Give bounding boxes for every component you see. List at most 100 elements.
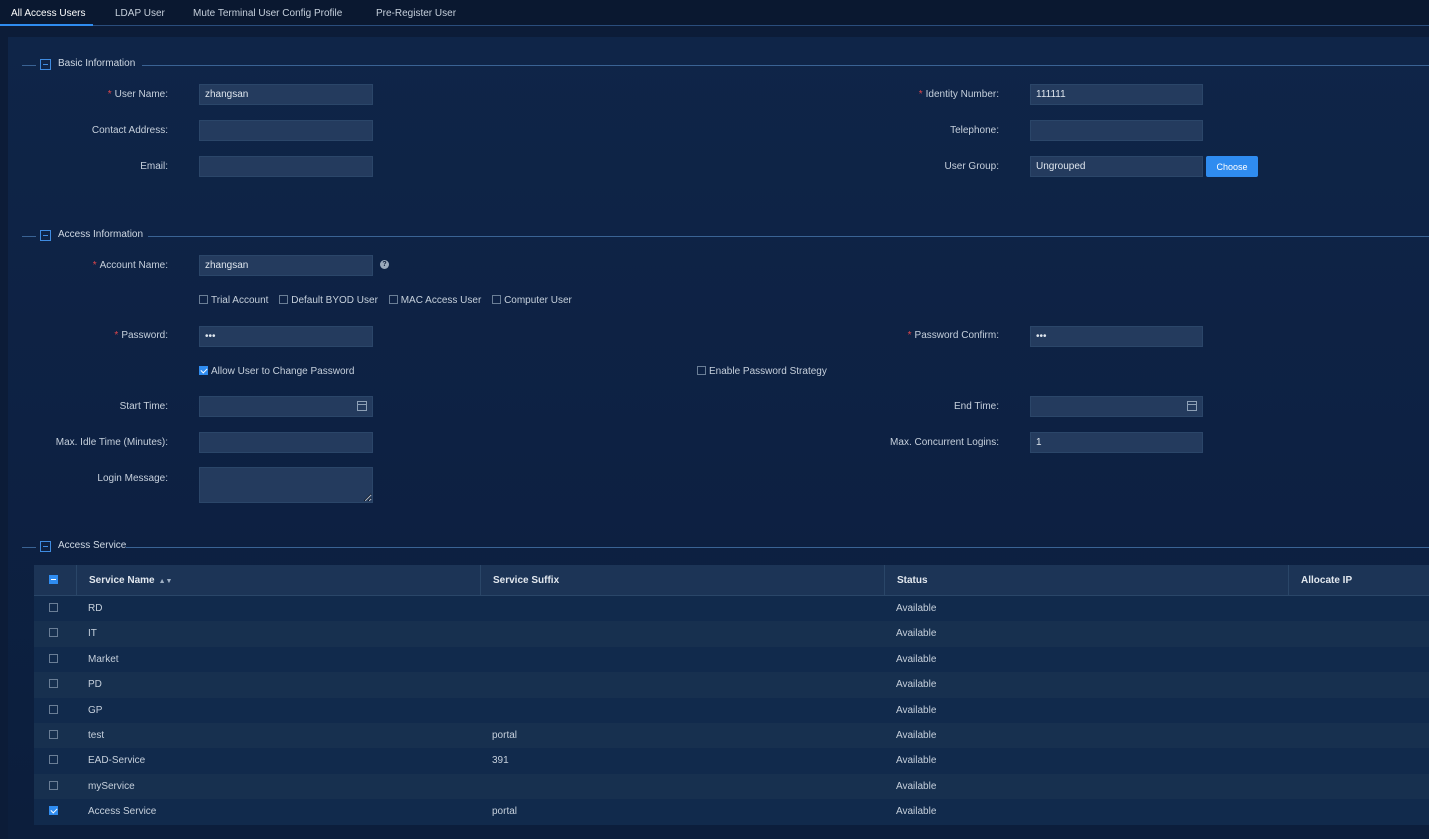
status-cell: Available <box>896 603 937 614</box>
choose-group-button[interactable]: Choose <box>1206 156 1258 177</box>
section-title: Basic Information <box>58 58 136 69</box>
password-confirm-input[interactable] <box>1030 326 1203 347</box>
row-checkbox[interactable] <box>34 698 76 723</box>
section-title: Access Service <box>58 540 127 551</box>
user-group-input[interactable] <box>1030 156 1203 177</box>
checkbox-partial-icon <box>49 575 58 584</box>
checkbox-icon <box>388 295 398 304</box>
checkbox-icon <box>697 366 706 375</box>
checkbox-icon[interactable] <box>49 704 58 714</box>
tab-all-access-users[interactable]: All Access Users <box>11 8 85 19</box>
service-suffix-cell: 391 <box>492 755 509 767</box>
mac-access-user-checkbox[interactable]: MAC Access User <box>388 295 481 306</box>
table-row[interactable]: IT Available <box>34 621 1429 647</box>
row-checkbox[interactable] <box>34 799 76 824</box>
tab-ldap-user[interactable]: LDAP User <box>115 8 165 19</box>
allocate-ip-cell <box>1288 647 1429 672</box>
section-divider <box>22 65 36 66</box>
tab-mute-terminal-user-config-profile[interactable]: Mute Terminal User Config Profile <box>193 8 342 19</box>
table-row[interactable]: PD Available <box>34 672 1429 698</box>
checkbox-icon <box>492 295 502 304</box>
checkbox-icon[interactable] <box>49 628 58 638</box>
checkbox-checked-icon <box>199 366 208 375</box>
identity-number-input[interactable] <box>1030 84 1203 105</box>
user-group-label: User Group: <box>944 161 999 172</box>
status-cell: Available <box>896 704 937 716</box>
row-checkbox[interactable] <box>34 596 76 621</box>
contact-address-input[interactable] <box>199 120 373 141</box>
service-name-cell: EAD-Service <box>88 755 146 767</box>
row-checkbox[interactable] <box>34 621 76 646</box>
sort-icon[interactable]: ▲▼ <box>159 566 173 597</box>
service-suffix-cell <box>480 621 884 646</box>
checkbox-checked-icon[interactable] <box>49 806 58 816</box>
password-input[interactable] <box>199 326 373 347</box>
table-row[interactable]: test portal Available <box>34 722 1429 749</box>
start-time-label: Start Time: <box>119 401 168 412</box>
user-name-label: * User Name: <box>107 89 168 100</box>
collapse-access-service-icon[interactable] <box>40 541 51 552</box>
table-row[interactable]: RD Available <box>34 596 1429 622</box>
table-row[interactable]: GP Available <box>34 697 1429 723</box>
table-row[interactable]: EAD-Service 391 Available <box>34 748 1429 774</box>
enable-password-strategy-checkbox[interactable]: Enable Password Strategy <box>697 366 827 377</box>
table-row[interactable]: Access Service portal Available <box>34 799 1429 825</box>
allow-change-password-checkbox[interactable]: Allow User to Change Password <box>199 366 354 377</box>
service-suffix-cell <box>480 774 884 799</box>
account-name-input[interactable] <box>199 255 373 276</box>
tab-bar: All Access Users LDAP User Mute Terminal… <box>0 0 1429 26</box>
row-checkbox[interactable] <box>34 748 76 773</box>
active-tab-indicator <box>0 24 93 26</box>
checkbox-icon[interactable] <box>49 653 58 663</box>
section-title: Access Information <box>58 229 144 240</box>
section-divider <box>148 236 1429 237</box>
checkbox-icon[interactable] <box>49 755 58 765</box>
column-status: Status <box>884 565 1288 596</box>
column-allocate-ip: Allocate IP <box>1288 565 1429 596</box>
collapse-basic-information-icon[interactable] <box>40 59 51 70</box>
column-service-name[interactable]: Service Name ▲▼ <box>76 565 480 596</box>
allocate-ip-cell <box>1288 698 1429 723</box>
help-icon[interactable]: ? <box>380 260 389 269</box>
user-name-input[interactable] <box>199 84 373 105</box>
calendar-icon[interactable] <box>357 401 367 411</box>
status-cell: Available <box>896 679 937 691</box>
default-byod-user-checkbox[interactable]: Default BYOD User <box>279 295 378 306</box>
required-marker: * <box>92 260 97 271</box>
computer-user-checkbox[interactable]: Computer User <box>492 295 572 306</box>
checkbox-icon[interactable] <box>49 679 58 689</box>
row-checkbox[interactable] <box>34 723 76 748</box>
section-divider <box>126 547 1429 548</box>
contact-address-label: Contact Address: <box>91 125 168 136</box>
service-suffix-cell <box>480 596 884 621</box>
trial-account-checkbox[interactable]: Trial Account <box>199 295 268 306</box>
required-marker: * <box>907 330 912 341</box>
max-concurrent-logins-input[interactable] <box>1030 432 1203 453</box>
checkbox-icon <box>199 295 208 304</box>
row-checkbox[interactable] <box>34 672 76 697</box>
collapse-access-information-icon[interactable] <box>40 230 51 241</box>
calendar-icon[interactable] <box>1187 401 1197 411</box>
row-checkbox[interactable] <box>34 647 76 672</box>
required-marker: * <box>918 89 923 100</box>
end-time-picker[interactable] <box>1030 396 1203 417</box>
checkbox-icon[interactable] <box>49 780 58 790</box>
table-row[interactable]: Market Available <box>34 646 1429 673</box>
telephone-input[interactable] <box>1030 120 1203 141</box>
telephone-label: Telephone: <box>950 125 999 136</box>
allocate-ip-cell <box>1288 672 1429 697</box>
tab-pre-register-user[interactable]: Pre-Register User <box>376 8 456 19</box>
max-idle-time-label: Max. Idle Time (Minutes): <box>55 437 168 448</box>
table-header: Service Name ▲▼ Service Suffix Status All… <box>34 565 1429 596</box>
max-idle-time-input[interactable] <box>199 432 373 453</box>
checkbox-icon[interactable] <box>49 603 58 612</box>
row-checkbox[interactable] <box>34 774 76 799</box>
section-basic-information: Basic Information <box>22 58 1429 71</box>
select-all-checkbox[interactable] <box>34 565 76 596</box>
login-message-textarea[interactable] <box>199 467 373 503</box>
allocate-ip-cell <box>1288 723 1429 748</box>
start-time-picker[interactable] <box>199 396 373 417</box>
table-row[interactable]: myService Available <box>34 773 1429 800</box>
checkbox-icon[interactable] <box>49 729 58 739</box>
email-input[interactable] <box>199 156 373 177</box>
